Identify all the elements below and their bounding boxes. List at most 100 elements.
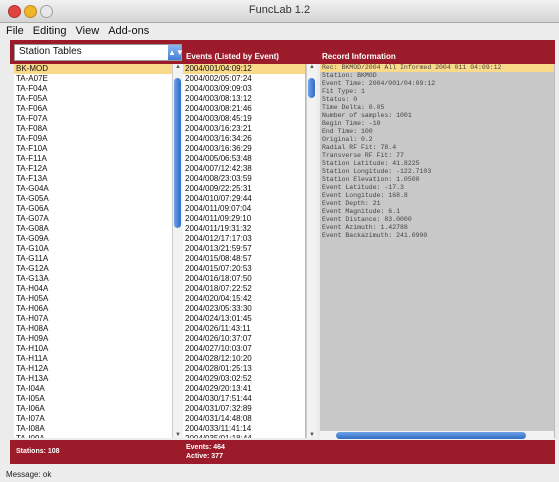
event-row[interactable]: 2004/018/07:22:52: [183, 284, 305, 294]
event-row[interactable]: 2004/028/01:25:13: [183, 364, 305, 374]
station-scrollbar[interactable]: ▲ ▼: [172, 64, 183, 438]
event-row[interactable]: 2004/011/19:31:32: [183, 224, 305, 234]
event-scrollbar[interactable]: ▲ ▼: [306, 64, 317, 438]
station-row[interactable]: TA-I09A: [14, 434, 182, 438]
event-row[interactable]: 2004/030/17:51:44: [183, 394, 305, 404]
event-row[interactable]: 2004/024/13:01:45: [183, 314, 305, 324]
station-row[interactable]: TA-H07A: [14, 314, 182, 324]
info-line: Event Backazimuth: 241.0900: [322, 232, 428, 239]
station-row[interactable]: TA-F11A: [14, 154, 182, 164]
event-row[interactable]: 2004/015/07:20:53: [183, 264, 305, 274]
station-row[interactable]: TA-I04A: [14, 384, 182, 394]
station-row[interactable]: TA-H10A: [14, 344, 182, 354]
info-line: Event Distance: 83.0000: [322, 216, 412, 223]
scroll-down-icon[interactable]: ▼: [173, 432, 183, 438]
event-row[interactable]: 2004/003/09:09:03: [183, 84, 305, 94]
table-select-value: Station Tables: [19, 46, 82, 57]
station-row[interactable]: TA-H12A: [14, 364, 182, 374]
info-line: Fit Type: 1: [322, 88, 365, 95]
station-row[interactable]: TA-F12A: [14, 164, 182, 174]
station-row[interactable]: TA-G06A: [14, 204, 182, 214]
event-row[interactable]: 2004/003/08:21:46: [183, 104, 305, 114]
station-row[interactable]: TA-H09A: [14, 334, 182, 344]
station-row[interactable]: TA-G09A: [14, 234, 182, 244]
station-row[interactable]: TA-G05A: [14, 194, 182, 204]
station-row[interactable]: TA-F06A: [14, 104, 182, 114]
event-row[interactable]: 2004/007/12:42:38: [183, 164, 305, 174]
menu-editing[interactable]: Editing: [33, 25, 67, 37]
event-row[interactable]: 2004/013/21:59:57: [183, 244, 305, 254]
menu-addons[interactable]: Add-ons: [108, 25, 149, 37]
info-line: Event Azimuth: 1.42788: [322, 224, 408, 231]
station-row[interactable]: TA-G12A: [14, 264, 182, 274]
menu-file[interactable]: File: [6, 25, 24, 37]
info-hscrollbar[interactable]: [320, 430, 554, 440]
event-row[interactable]: 2004/029/20:13:41: [183, 384, 305, 394]
event-row[interactable]: 2004/010/07:29:44: [183, 194, 305, 204]
event-row[interactable]: 2004/031/07:32:89: [183, 404, 305, 414]
scroll-thumb[interactable]: [336, 432, 526, 439]
event-row[interactable]: 2004/023/05:33:30: [183, 304, 305, 314]
menu-view[interactable]: View: [76, 25, 100, 37]
event-row[interactable]: 2004/008/23:03:59: [183, 174, 305, 184]
event-row[interactable]: 2004/026/11:43:11: [183, 324, 305, 334]
station-row[interactable]: TA-G13A: [14, 274, 182, 284]
event-row[interactable]: 2004/005/06:53:48: [183, 154, 305, 164]
station-row[interactable]: TA-A07E: [14, 74, 182, 84]
event-row[interactable]: 2004/015/08:48:57: [183, 254, 305, 264]
station-row[interactable]: TA-H04A: [14, 284, 182, 294]
event-row[interactable]: 2004/003/08:45:19: [183, 114, 305, 124]
station-row[interactable]: TA-F10A: [14, 144, 182, 154]
station-row[interactable]: TA-G11A: [14, 254, 182, 264]
station-row[interactable]: TA-I05A: [14, 394, 182, 404]
station-row[interactable]: BK-MOD: [14, 64, 182, 74]
station-row[interactable]: TA-I07A: [14, 414, 182, 424]
station-list[interactable]: BK-MOD TA-A07E TA-F04A TA-F05A TA-F06A TA-F07…: [14, 64, 183, 438]
event-row[interactable]: 2004/031/14:48:08: [183, 414, 305, 424]
event-row[interactable]: 2004/035/01:18:44: [183, 434, 305, 438]
table-select[interactable]: Station Tables ▲▼: [14, 44, 184, 61]
station-row[interactable]: TA-F13A: [14, 174, 182, 184]
station-row[interactable]: TA-G08A: [14, 224, 182, 234]
station-row[interactable]: TA-H08A: [14, 324, 182, 334]
event-row[interactable]: 2004/003/16:34:26: [183, 134, 305, 144]
station-row[interactable]: TA-F05A: [14, 94, 182, 104]
event-row[interactable]: 2004/020/04:15:42: [183, 294, 305, 304]
station-row[interactable]: TA-F04A: [14, 84, 182, 94]
event-row[interactable]: 2004/003/16:36:29: [183, 144, 305, 154]
station-row[interactable]: TA-F09A: [14, 134, 182, 144]
event-list[interactable]: 2004/001/04:09:12 2004/002/05:07:24 2004/0…: [183, 64, 306, 438]
station-row[interactable]: TA-H06A: [14, 304, 182, 314]
station-row[interactable]: TA-I08A: [14, 424, 182, 434]
station-row[interactable]: TA-H11A: [14, 354, 182, 364]
scroll-up-icon[interactable]: ▲: [307, 64, 317, 70]
event-row[interactable]: 2004/002/05:07:24: [183, 74, 305, 84]
event-row[interactable]: 2004/011/09:29:10: [183, 214, 305, 224]
event-row[interactable]: 2004/011/09:07:04: [183, 204, 305, 214]
scroll-down-icon[interactable]: ▼: [307, 432, 317, 438]
station-row[interactable]: TA-F08A: [14, 124, 182, 134]
event-row[interactable]: 2004/028/12:10:20: [183, 354, 305, 364]
footer-bar: [10, 440, 555, 464]
record-info-panel: Rec: BKMOD/2004 All Informed 2004 011 04…: [320, 64, 555, 438]
station-row[interactable]: TA-H13A: [14, 374, 182, 384]
event-row[interactable]: 2004/003/08:13:12: [183, 94, 305, 104]
scroll-up-icon[interactable]: ▲: [173, 64, 183, 70]
event-row[interactable]: 2004/029/03:02:52: [183, 374, 305, 384]
scroll-thumb[interactable]: [308, 78, 315, 98]
event-row[interactable]: 2004/027/10:03:07: [183, 344, 305, 354]
station-row[interactable]: TA-G07A: [14, 214, 182, 224]
scroll-thumb[interactable]: [174, 78, 181, 228]
event-row[interactable]: 2004/001/04:09:12: [183, 64, 305, 74]
event-row[interactable]: 2004/016/18:07:50: [183, 274, 305, 284]
event-row[interactable]: 2004/003/16:23:21: [183, 124, 305, 134]
event-row[interactable]: 2004/012/17:17:03: [183, 234, 305, 244]
station-row[interactable]: TA-H05A: [14, 294, 182, 304]
station-row[interactable]: TA-G04A: [14, 184, 182, 194]
event-row[interactable]: 2004/026/10:37:07: [183, 334, 305, 344]
station-row[interactable]: TA-G10A: [14, 244, 182, 254]
event-row[interactable]: 2004/033/11:41:14: [183, 424, 305, 434]
station-row[interactable]: TA-F07A: [14, 114, 182, 124]
station-row[interactable]: TA-I06A: [14, 404, 182, 414]
event-row[interactable]: 2004/009/22:25:31: [183, 184, 305, 194]
